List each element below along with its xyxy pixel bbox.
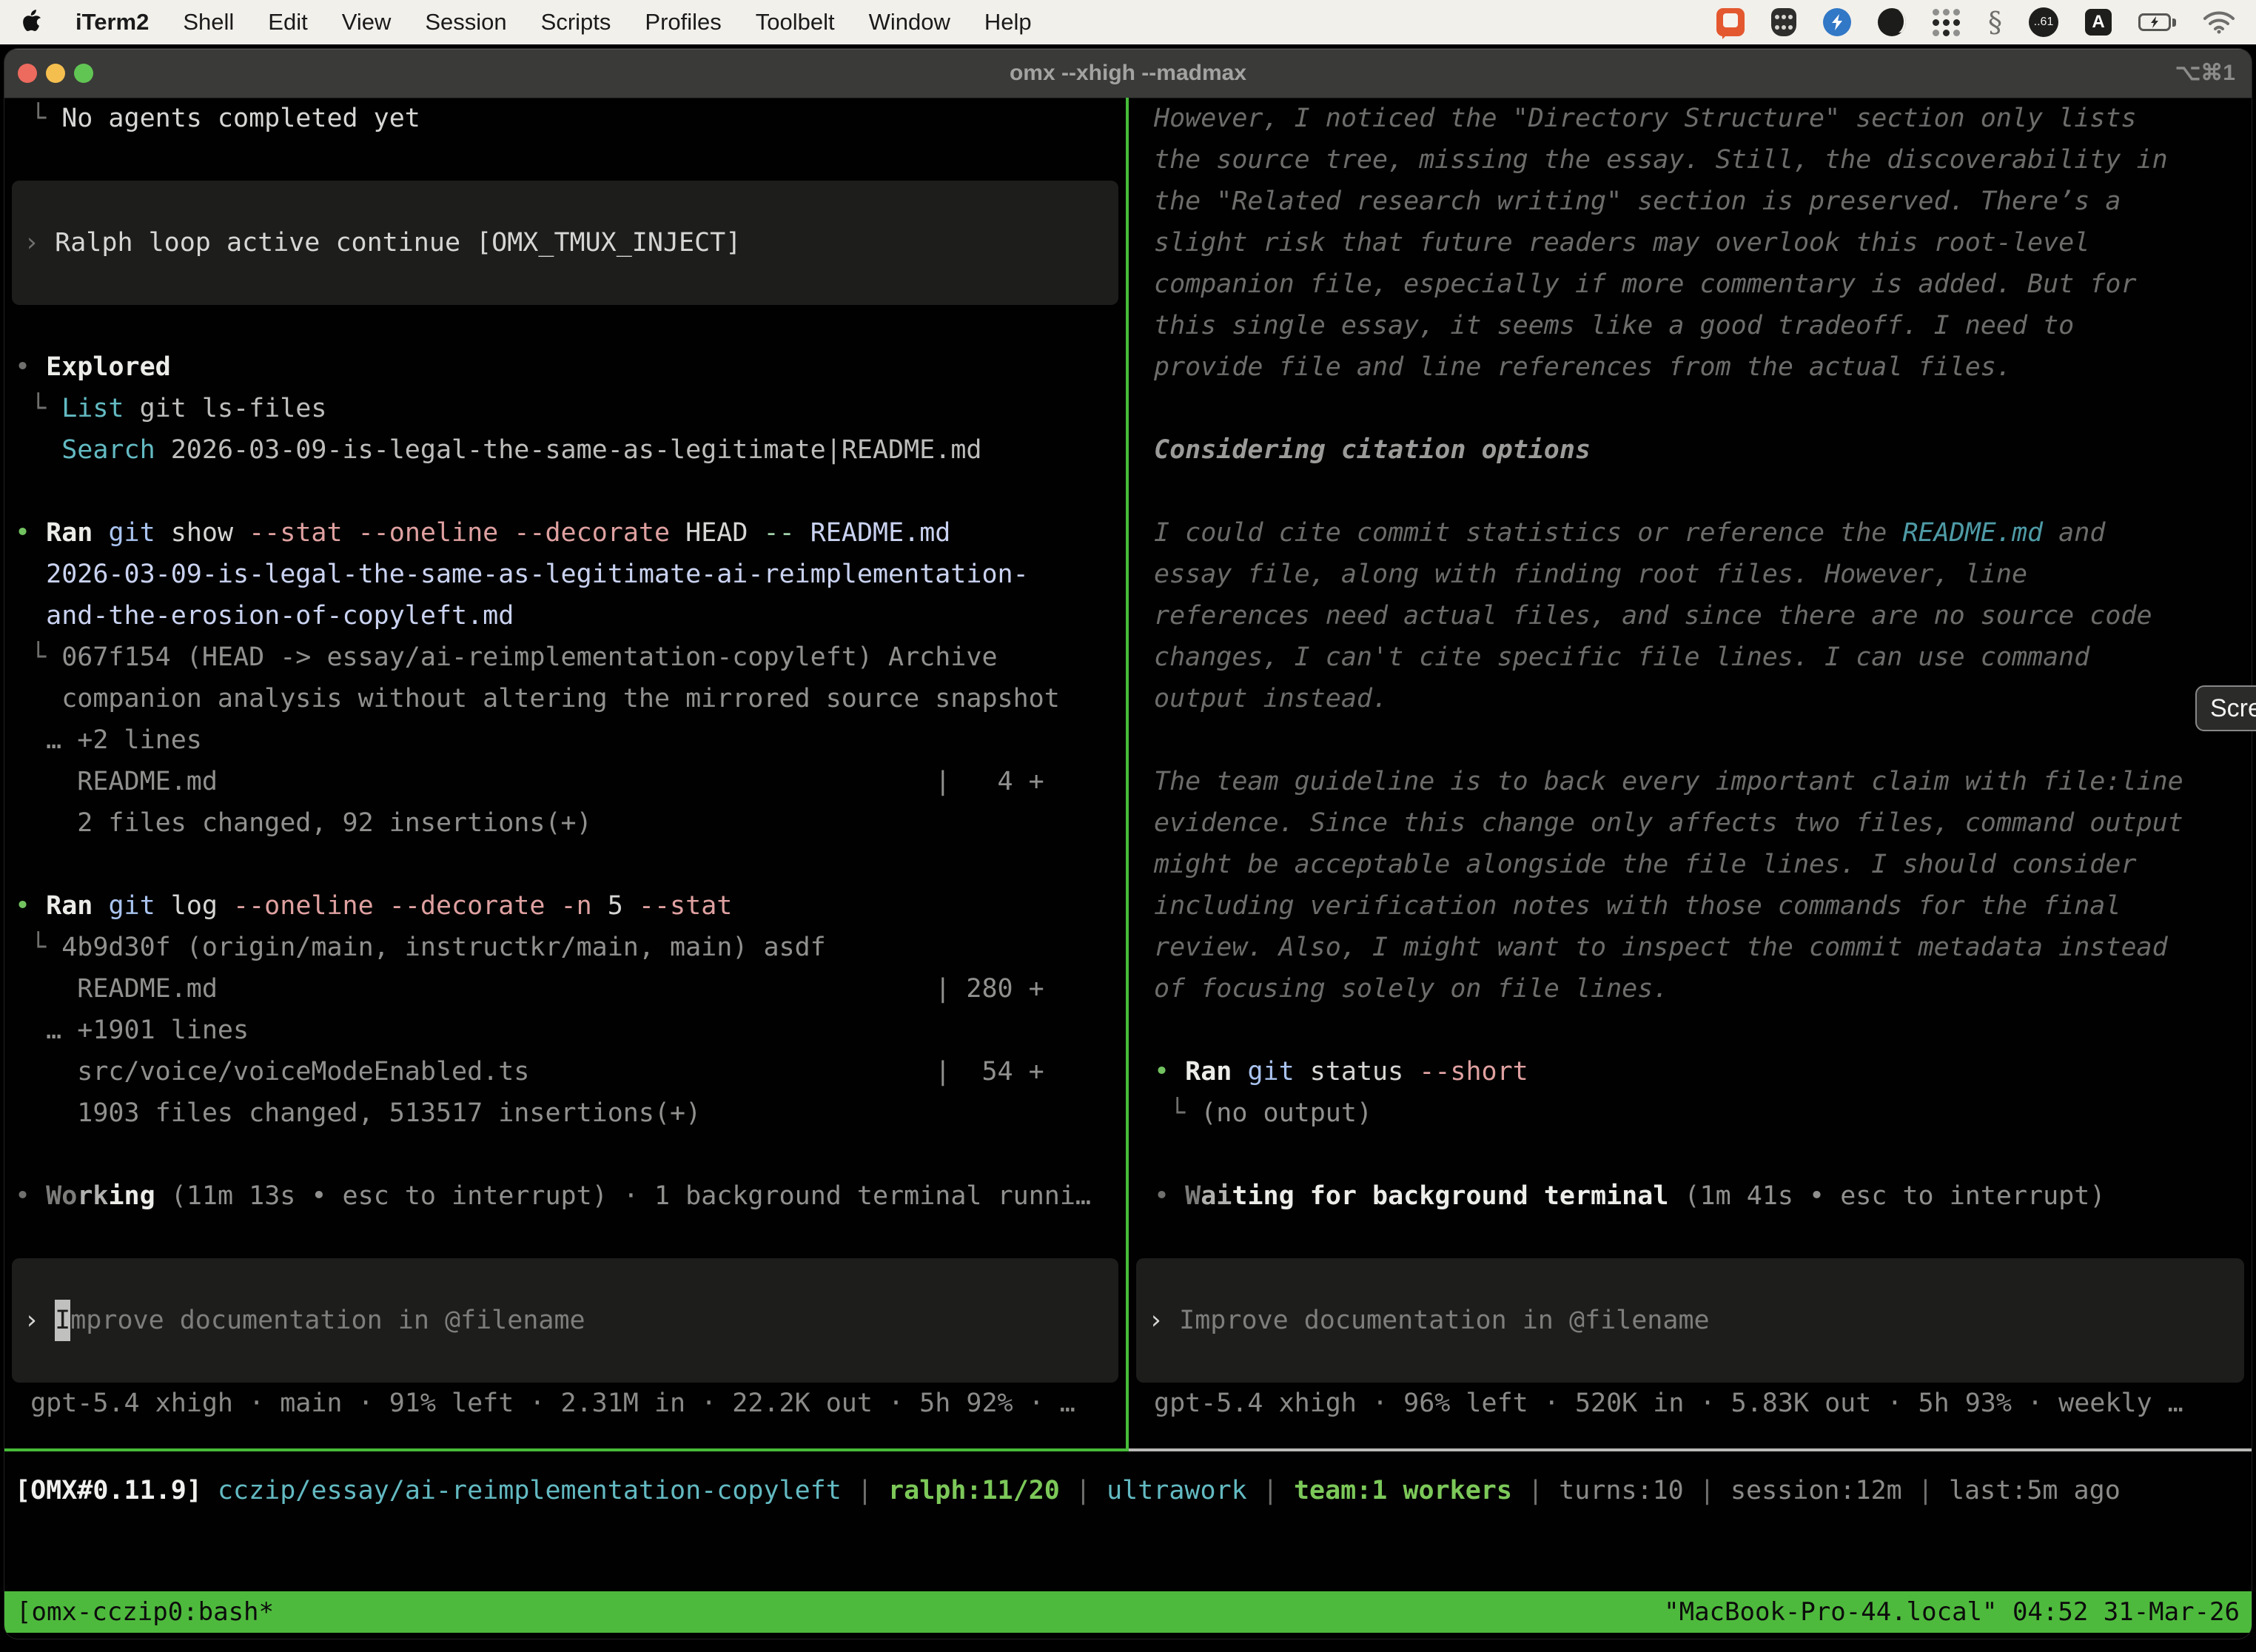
terminal-line [15, 139, 1126, 181]
terminal-line [1154, 388, 2252, 429]
terminal-line [15, 1217, 1126, 1258]
pane-bottom-border-inactive [1129, 1448, 2252, 1451]
grid-dots-icon[interactable] [1933, 8, 1961, 37]
macos-menu-bar: iTerm2 Shell Edit View Session Scripts Profile… [0, 0, 2256, 44]
terminal-line: • Explored [15, 346, 1126, 388]
terminal-line: Considering citation options [1154, 429, 2252, 471]
window-title-bar[interactable]: omx --xhigh --madmax ⌥⌘1 [4, 49, 2252, 98]
terminal-line: └ (no output) [1154, 1092, 2252, 1134]
terminal-line: references need actual files, and since … [1154, 595, 2252, 637]
terminal-line: might be acceptable alongside the file l… [1154, 844, 2252, 885]
terminal-line: essay file, along with finding root file… [1154, 554, 2252, 595]
terminal-line: └ 067f154 (HEAD -> essay/ai-reimplementa… [15, 637, 1126, 678]
percent-badge-icon[interactable]: ..61 [2029, 7, 2058, 37]
terminal-line: • Ran git log --oneline --decorate -n 5 … [15, 885, 1126, 927]
iterm2-window: omx --xhigh --madmax ⌥⌘1 └ No agents com… [4, 49, 2252, 1639]
terminal-line: the "Related research writing" section i… [1154, 181, 2252, 222]
screenshare-icon[interactable] [1716, 8, 1745, 36]
keyboard-layout-icon[interactable]: A [2085, 9, 2112, 36]
terminal-line: of focusing solely on file lines. [1154, 968, 2252, 1010]
terminal-line: including verification notes with those … [1154, 885, 2252, 927]
ralph-loop-banner: › Ralph loop active continue [OMX_TMUX_I… [12, 181, 1118, 305]
terminal-line: 2 files changed, 92 insertions(+) [15, 802, 1126, 844]
tmux-status-bar: [omx-cczip0:bash* "MacBook-Pro-44.local"… [4, 1591, 2252, 1633]
terminal-line [1154, 471, 2252, 512]
tmux-host-clock: "MacBook-Pro-44.local" 04:52 31-Mar-26 [1664, 1591, 2240, 1633]
menu-session[interactable]: Session [425, 9, 506, 36]
sync-icon[interactable] [1823, 8, 1851, 36]
menu-window[interactable]: Window [869, 9, 950, 36]
terminal-line: provide file and line references from th… [1154, 346, 2252, 388]
shield-grid-icon[interactable] [1771, 8, 1796, 36]
terminal-line: The team guideline is to back every impo… [1154, 761, 2252, 802]
terminal-line: changes, I can't cite specific file line… [1154, 637, 2252, 678]
menu-items: iTerm2 Shell Edit View Session Scripts Profile… [75, 9, 1066, 36]
prompt-input-left[interactable]: › Improve documentation in @filename [12, 1258, 1118, 1383]
terminal-line: gpt-5.4 xhigh · main · 91% left · 2.31M … [15, 1383, 1126, 1424]
terminal-line: this single essay, it seems like a good … [1154, 305, 2252, 346]
terminal-line: companion file, especially if more comme… [1154, 263, 2252, 305]
tmux-session-label: [omx-cczip0:bash* [16, 1591, 274, 1633]
menu-view[interactable]: View [342, 9, 392, 36]
terminal-line: 1903 files changed, 513517 insertions(+) [15, 1092, 1126, 1134]
pane-bottom-border-active [4, 1448, 1126, 1451]
terminal-line [15, 305, 1126, 346]
moon-icon[interactable] [1878, 8, 1906, 36]
prompt-input-right[interactable]: › Improve documentation in @filename [1136, 1258, 2244, 1383]
menu-scripts[interactable]: Scripts [541, 9, 611, 36]
terminal-line: README.md | 4 + [15, 761, 1126, 802]
terminal-line [15, 844, 1126, 885]
terminal-line: review. Also, I might want to inspect th… [1154, 927, 2252, 968]
terminal-line: evidence. Since this change only affects… [1154, 802, 2252, 844]
terminal-line: └ List git ls-files [15, 388, 1126, 429]
omx-status-line: [OMX#0.11.9] cczip/essay/ai-reimplementa… [15, 1470, 2121, 1511]
terminal-line: Search 2026-03-09-is-legal-the-same-as-l… [15, 429, 1126, 471]
terminal-line: companion analysis without altering the … [15, 678, 1126, 719]
terminal-line [15, 1134, 1126, 1175]
terminal-line: output instead. [1154, 678, 2252, 719]
menu-iterm2[interactable]: iTerm2 [75, 9, 149, 36]
menu-profiles[interactable]: Profiles [645, 9, 721, 36]
terminal-line: src/voice/voiceModeEnabled.ts | 54 + [15, 1051, 1126, 1092]
terminal-line: and-the-erosion-of-copyleft.md [15, 595, 1126, 637]
apple-logo-icon[interactable] [21, 8, 46, 36]
terminal-line: I could cite commit statistics or refere… [1154, 512, 2252, 554]
menu-shell[interactable]: Shell [183, 9, 234, 36]
terminal-line [1154, 719, 2252, 761]
window-title: omx --xhigh --madmax [4, 49, 2252, 98]
terminal-line: 2026-03-09-is-legal-the-same-as-legitima… [15, 554, 1126, 595]
menu-toolbelt[interactable]: Toolbelt [756, 9, 835, 36]
window-shortcut-badge: ⌥⌘1 [2175, 49, 2235, 98]
terminal-line: • Waiting for background terminal (1m 41… [1154, 1175, 2252, 1217]
terminal-line [1154, 1010, 2252, 1051]
terminal-line: • Working (11m 13s • esc to interrupt) ·… [15, 1175, 1126, 1217]
terminal-line: … +2 lines [15, 719, 1126, 761]
menu-help[interactable]: Help [984, 9, 1032, 36]
menu-edit[interactable]: Edit [268, 9, 307, 36]
terminal-line [15, 471, 1126, 512]
battery-icon[interactable] [2138, 13, 2176, 31]
terminal-line: └ 4b9d30f (origin/main, instructkr/main,… [15, 927, 1126, 968]
terminal-line: However, I noticed the "Directory Struct… [1154, 98, 2252, 139]
terminal-line: gpt-5.4 xhigh · 96% left · 520K in · 5.8… [1154, 1383, 2252, 1424]
terminal-line: └ No agents completed yet [15, 98, 1126, 139]
terminal-pane-right[interactable]: However, I noticed the "Directory Struct… [1129, 98, 2252, 1448]
terminal-line [1154, 1217, 2252, 1258]
terminal-line: … +1901 lines [15, 1010, 1126, 1051]
terminal-line: the source tree, missing the essay. Stil… [1154, 139, 2252, 181]
terminal-line: • Ran git status --short [1154, 1051, 2252, 1092]
section-icon[interactable]: § [1988, 8, 2002, 36]
wifi-icon[interactable] [2203, 10, 2235, 34]
screen-share-pill[interactable]: Scre [2195, 685, 2256, 731]
menu-status-icons: § ..61 A [1716, 7, 2235, 37]
terminal-line: README.md | 280 + [15, 968, 1126, 1010]
terminal-line: slight risk that future readers may over… [1154, 222, 2252, 263]
terminal-line: • Ran git show --stat --oneline --decora… [15, 512, 1126, 554]
terminal-line [1154, 1134, 2252, 1175]
